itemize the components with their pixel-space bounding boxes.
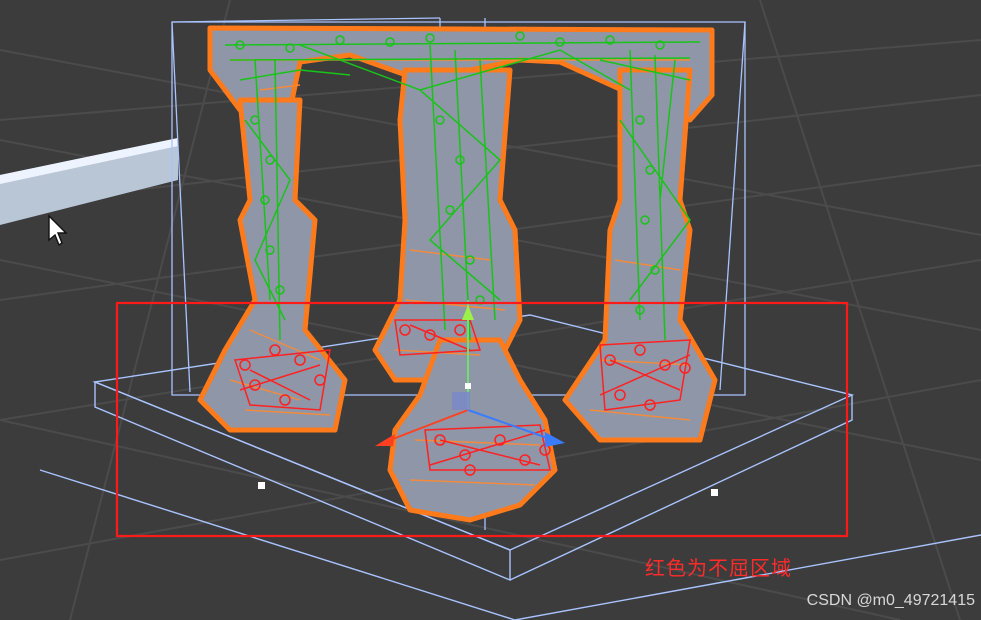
annotation-label: 红色为不屈区域 <box>645 556 792 580</box>
watermark-text: CSDN @m0_49721415 <box>806 592 975 609</box>
base-marker <box>711 489 718 496</box>
base-marker <box>258 482 265 489</box>
scene-viewport[interactable] <box>0 0 981 620</box>
white-rail <box>0 138 178 225</box>
mouse-cursor-icon <box>48 214 68 247</box>
